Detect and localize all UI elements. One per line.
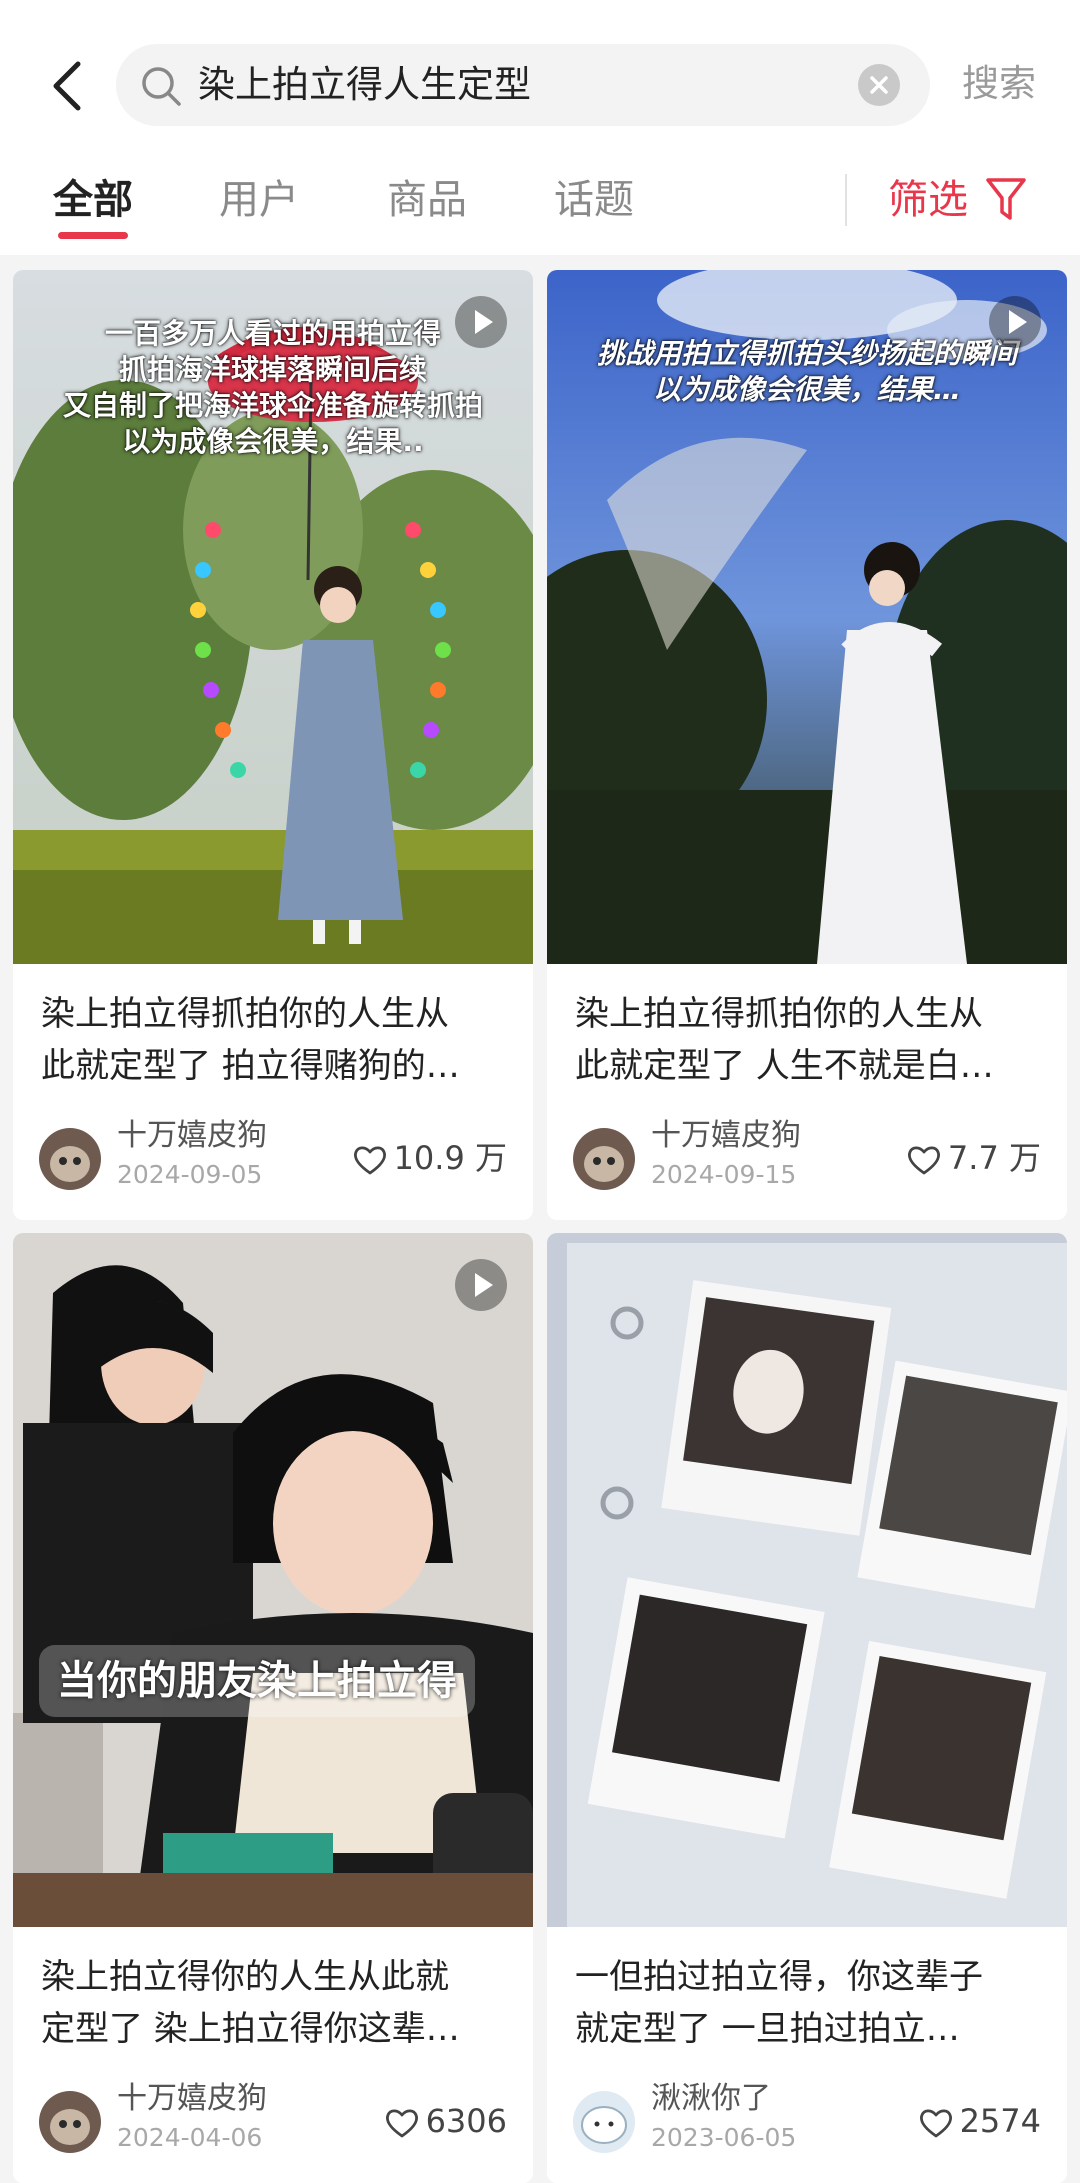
avatar[interactable] — [39, 1128, 101, 1190]
clear-icon[interactable] — [858, 64, 900, 106]
note-title[interactable]: 一但拍过拍立得，你这辈子 就定型了 一旦拍过拍立… — [575, 1951, 1041, 2055]
note-title-line: 此就定型了 拍立得赌狗的… — [41, 1046, 460, 1086]
post-date: 2024-09-15 — [651, 1160, 797, 1189]
back-icon[interactable] — [44, 58, 94, 114]
author-name[interactable]: 十万嬉皮狗 — [651, 1116, 801, 1156]
cover-caption-line: 以为成像会很美，结果… — [652, 373, 961, 406]
avatar[interactable] — [573, 2091, 635, 2153]
note-title[interactable]: 染上拍立得抓拍你的人生从 此就定型了 拍立得赌狗的… — [41, 988, 507, 1092]
cover-caption: 当你的朋友染上拍立得 — [39, 1645, 475, 1717]
note-title-line: 染上拍立得抓拍你的人生从 — [41, 994, 449, 1034]
like-count: 7.7 万 — [947, 1139, 1041, 1177]
post-date: 2024-09-05 — [117, 1160, 263, 1189]
note-title-line: 就定型了 一旦拍过拍立… — [575, 2009, 960, 2049]
search-query-text: 染上拍立得人生定型 — [198, 63, 531, 106]
like-button[interactable]: 6306 — [384, 2097, 507, 2145]
note-title-line: 此就定型了 人生不就是白… — [575, 1046, 994, 1086]
note-title-line: 染上拍立得抓拍你的人生从 — [575, 994, 983, 1034]
play-icon — [989, 296, 1041, 348]
heart-icon — [908, 1146, 940, 1175]
note-card[interactable]: 一百多万人看过的用拍立得 抓拍海洋球掉落瞬间后续 又自制了把海洋球伞准备旋转抓拍… — [13, 270, 533, 1220]
like-count: 10.9 万 — [393, 1139, 507, 1177]
filter-icon[interactable] — [984, 174, 1028, 226]
top-bar: 染上拍立得人生定型 搜索 全部 用户 商品 话题 筛选 — [0, 0, 1080, 255]
note-title[interactable]: 染上拍立得你的人生从此就 定型了 染上拍立得你这辈… — [41, 1951, 507, 2055]
note-card[interactable]: 一但拍过拍立得，你这辈子 就定型了 一旦拍过拍立… 湫湫你了 2023-06-0… — [547, 1233, 1067, 2183]
cover-image[interactable] — [547, 1233, 1067, 1927]
like-button[interactable]: 7.7 万 — [906, 1134, 1041, 1182]
note-title-line: 染上拍立得你的人生从此就 — [41, 1957, 449, 1997]
search-button[interactable]: 搜索 — [962, 58, 1036, 110]
like-count: 6306 — [425, 2102, 507, 2140]
search-input[interactable]: 染上拍立得人生定型 — [116, 44, 930, 126]
active-tab-indicator — [58, 232, 128, 239]
tab-topics[interactable]: 话题 — [554, 170, 634, 230]
post-date: 2023-06-05 — [651, 2123, 797, 2152]
avatar[interactable] — [573, 1128, 635, 1190]
cover-caption-line: 挑战用拍立得抓拍头纱扬起的瞬间 — [596, 337, 1017, 370]
cover-caption-line: 抓拍海洋球掉落瞬间后续 — [118, 353, 427, 386]
avatar[interactable] — [39, 2091, 101, 2153]
tab-products[interactable]: 商品 — [387, 170, 467, 230]
tab-all[interactable]: 全部 — [53, 170, 133, 230]
post-date: 2024-04-06 — [117, 2123, 263, 2152]
cover-caption-line: 又自制了把海洋球伞准备旋转抓拍 — [62, 389, 483, 422]
like-count: 2574 — [959, 2102, 1041, 2140]
like-button[interactable]: 10.9 万 — [352, 1134, 507, 1182]
cover-image[interactable]: 一百多万人看过的用拍立得 抓拍海洋球掉落瞬间后续 又自制了把海洋球伞准备旋转抓拍… — [13, 270, 533, 964]
cover-image[interactable]: 挑战用拍立得抓拍头纱扬起的瞬间 以为成像会很美，结果… — [547, 270, 1067, 964]
note-title[interactable]: 染上拍立得抓拍你的人生从 此就定型了 人生不就是白… — [575, 988, 1041, 1092]
heart-icon — [385, 2109, 418, 2138]
note-card[interactable]: 挑战用拍立得抓拍头纱扬起的瞬间 以为成像会很美，结果… 染上拍立得抓拍你的人生从… — [547, 270, 1067, 1220]
heart-icon — [353, 1146, 386, 1175]
tab-bar: 全部 用户 商品 话题 筛选 — [0, 170, 1080, 245]
cover-image[interactable]: 当你的朋友染上拍立得 — [13, 1233, 533, 1927]
cover-caption-line: 以为成像会很美，结果.. — [122, 425, 424, 458]
search-icon — [138, 63, 184, 109]
tab-users[interactable]: 用户 — [219, 170, 299, 230]
author-name[interactable]: 湫湫你了 — [651, 2079, 771, 2119]
play-icon — [455, 1259, 507, 1311]
note-title-line: 一但拍过拍立得，你这辈子 — [575, 1957, 983, 1997]
filter-button[interactable]: 筛选 — [888, 170, 968, 230]
heart-icon — [919, 2109, 952, 2138]
note-card[interactable]: 当你的朋友染上拍立得 染上拍立得你的人生从此就 定型了 染上拍立得你这辈… 十万… — [13, 1233, 533, 2183]
like-button[interactable]: 2574 — [918, 2097, 1041, 2145]
note-title-line: 定型了 染上拍立得你这辈… — [41, 2009, 460, 2049]
author-name[interactable]: 十万嬉皮狗 — [117, 1116, 267, 1156]
tab-divider — [845, 174, 847, 226]
play-icon — [455, 296, 507, 348]
author-name[interactable]: 十万嬉皮狗 — [117, 2079, 267, 2119]
